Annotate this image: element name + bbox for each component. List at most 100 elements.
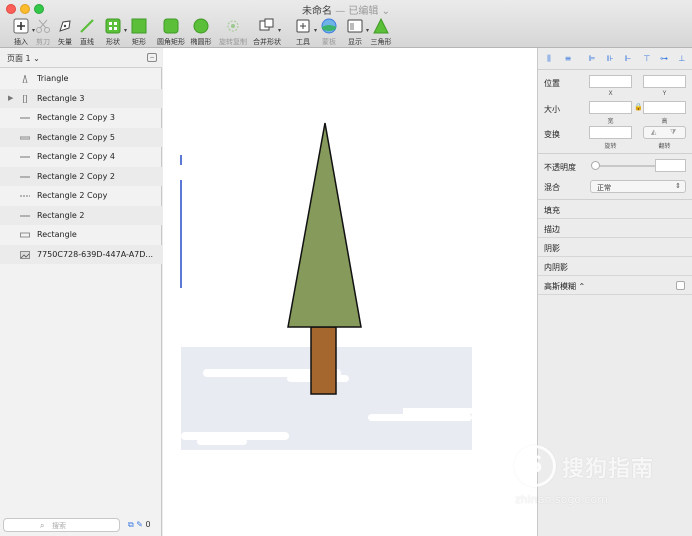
watermark-url: zhinan.sogo.com: [515, 493, 608, 506]
blend-mode-select[interactable]: 正常 ⇕: [590, 180, 686, 193]
opacity-input[interactable]: [655, 159, 686, 172]
layer-name: 7750C728-639D-447A-A7D...: [37, 249, 154, 259]
selection-guide-short: [180, 155, 182, 165]
line-layer-icon: [20, 117, 30, 119]
chevron-updown-icon: ⇕: [675, 182, 681, 190]
tree-foliage-triangle[interactable]: [287, 122, 362, 328]
layer-name: Rectangle 3: [37, 93, 85, 103]
rectangle-icon: [131, 18, 147, 34]
window-title: 未命名 — 已编辑 ⌄: [0, 2, 692, 17]
transform-label: 变换: [544, 130, 560, 139]
shadow-label: 阴影: [544, 244, 560, 253]
rect-thin-layer-icon: [20, 136, 30, 139]
align-top-icon[interactable]: ⊤: [642, 54, 652, 63]
artboard-canvas[interactable]: [163, 48, 537, 536]
distribute-horizontal-icon[interactable]: ⫼: [544, 54, 554, 63]
tree-trunk[interactable]: [310, 326, 337, 395]
mask-icon: [321, 18, 337, 34]
gaussian-blur-section[interactable]: 高斯模糊 ⌃: [538, 276, 692, 295]
line-layer-icon: [20, 215, 30, 216]
line-layer-icon: [20, 176, 30, 177]
flip-vertical-icon[interactable]: ⧩: [670, 128, 676, 137]
position-x-input[interactable]: [589, 75, 632, 88]
search-icon: ⌕: [40, 521, 45, 530]
shapes-grid-icon: [105, 18, 121, 34]
inner-shadow-section[interactable]: 内阴影: [538, 257, 692, 276]
align-left-icon[interactable]: ⊫: [587, 54, 597, 63]
triangle-layer-icon: [22, 75, 28, 83]
align-right-icon[interactable]: ⊩: [623, 54, 633, 63]
height-label: 高: [661, 118, 668, 125]
flip-label: 翻转: [658, 143, 671, 150]
fill-label: 填充: [544, 206, 560, 215]
align-middle-icon[interactable]: ⊶: [659, 54, 669, 63]
flip-horizontal-icon[interactable]: ◭: [651, 128, 656, 136]
layer-name: Rectangle 2 Copy 3: [37, 113, 115, 122]
tools-icon: [296, 19, 310, 33]
width-input[interactable]: [589, 101, 632, 114]
height-input[interactable]: [643, 101, 686, 114]
sogou-logo: S: [514, 445, 556, 487]
position-label: 位置: [544, 79, 560, 88]
layer-name: Triangle: [37, 74, 69, 83]
snow-streak[interactable]: [368, 414, 472, 421]
layer-row[interactable]: Triangle: [0, 69, 162, 89]
canvas-drawing: [180, 122, 472, 450]
width-label: 宽: [607, 118, 614, 125]
layer-name: Rectangle: [37, 230, 77, 239]
layer-row[interactable]: Rectangle 2: [0, 205, 162, 225]
logo-letter: S: [527, 453, 543, 478]
layer-row[interactable]: Rectangle 2 Copy 4: [0, 147, 162, 167]
rotate-input[interactable]: [589, 126, 632, 139]
alignment-toolbar: ⫼ ≡ ⊫ ⊪ ⊩ ⊤ ⊶ ⊥: [538, 48, 692, 70]
layer-bottom-controls: ⧉ ✎ 0: [128, 520, 151, 530]
position-y-input[interactable]: [643, 75, 686, 88]
distribute-vertical-icon[interactable]: ≡: [563, 54, 573, 63]
disclosure-triangle-icon[interactable]: ▶: [8, 94, 13, 102]
snow-streak[interactable]: [403, 408, 472, 414]
layer-row[interactable]: Rectangle 2 Copy: [0, 186, 162, 206]
combine-shapes-icon: [259, 18, 274, 31]
combine-shapes-button[interactable]: ▾ 合并形状: [250, 17, 284, 47]
collapse-icon[interactable]: −: [147, 53, 157, 62]
opacity-slider-knob[interactable]: [591, 161, 600, 170]
search-placeholder: 搜索: [52, 522, 66, 530]
layer-row[interactable]: ▶ Rectangle 3: [0, 88, 162, 108]
inner-shadow-label: 内阴影: [544, 263, 568, 272]
flip-buttons[interactable]: ◭ ⧩: [643, 126, 686, 139]
line-layer-icon: [20, 156, 30, 158]
layer-name: Rectangle 2 Copy 2: [37, 171, 115, 181]
rounded-rectangle-icon: [163, 18, 179, 34]
selection-guide-long: [180, 180, 182, 288]
page-name: 页面 1 ⌄: [7, 54, 40, 63]
blend-label: 混合: [544, 183, 560, 192]
layer-name: Rectangle 2: [37, 210, 85, 220]
align-bottom-icon[interactable]: ⊥: [677, 54, 687, 63]
layer-row[interactable]: Rectangle: [0, 225, 162, 245]
lock-icon[interactable]: 🔒: [634, 103, 643, 111]
sogou-watermark: S 搜狗指南 zhinan.sogo.com: [512, 445, 677, 515]
layer-row[interactable]: Rectangle 2 Copy 2: [0, 166, 162, 186]
document-name: 未命名: [302, 6, 333, 17]
snow-streak[interactable]: [197, 438, 247, 445]
gaussian-blur-checkbox[interactable]: [676, 281, 685, 290]
copy-icon[interactable]: ⧉: [128, 520, 134, 529]
rotate-copy-icon: [227, 20, 239, 32]
shadow-section[interactable]: 阴影: [538, 238, 692, 257]
border-section[interactable]: 描边: [538, 219, 692, 238]
triangle-button[interactable]: 三角形: [364, 17, 398, 47]
y-label: Y: [662, 90, 667, 97]
layer-row[interactable]: Rectangle 2 Copy 3: [0, 108, 162, 128]
watermark-brand: 搜狗指南: [562, 457, 655, 482]
triangle-label: 三角形: [370, 38, 392, 46]
page-selector[interactable]: 页面 1 ⌄ −: [0, 48, 162, 68]
layer-search-input[interactable]: ⌕ 搜索: [3, 518, 120, 532]
brush-icon[interactable]: ✎: [136, 520, 143, 529]
line-icon: [80, 19, 94, 33]
layer-row[interactable]: 7750C728-639D-447A-A7D...: [0, 244, 162, 264]
layer-row[interactable]: Rectangle 2 Copy 5: [0, 127, 162, 147]
align-center-horizontal-icon[interactable]: ⊪: [605, 54, 615, 63]
size-label: 大小: [544, 105, 560, 114]
fill-section[interactable]: 填充: [538, 200, 692, 219]
oval-icon: [193, 18, 209, 34]
